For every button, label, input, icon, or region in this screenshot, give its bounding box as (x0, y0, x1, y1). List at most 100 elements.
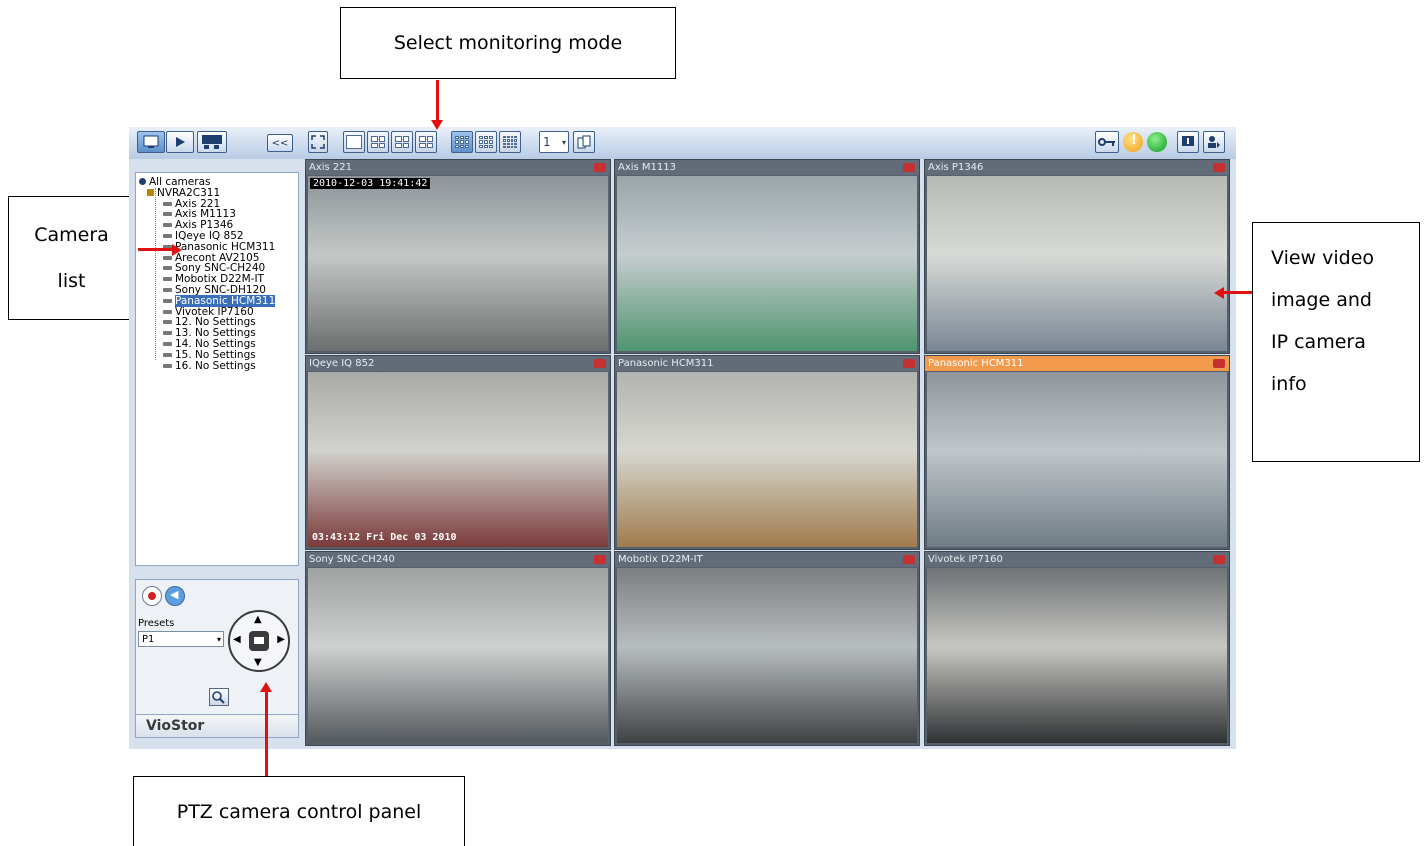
logout-button[interactable] (1203, 131, 1225, 153)
play-icon (176, 137, 185, 147)
ptz-control-button[interactable] (1095, 131, 1119, 153)
video-feed[interactable] (308, 372, 608, 547)
fullscreen-button[interactable] (308, 131, 328, 153)
camera-tile-title: Mobotix D22M-IT (615, 552, 919, 567)
camera-tile[interactable]: Panasonic HCM311 (924, 355, 1230, 550)
camera-tile[interactable]: Axis P1346 (924, 159, 1230, 354)
mode-nine-button[interactable] (451, 131, 473, 153)
camera-list-panel: All cameras NVRA2C311 Axis 221 Axis M1113… (135, 172, 299, 566)
nine-view-icon (455, 136, 469, 148)
camera-tile[interactable]: Panasonic HCM311 (614, 355, 920, 550)
viostor-logo: VioStor (135, 714, 299, 738)
live-view-button[interactable] (137, 131, 165, 153)
callout-text: PTZ camera control panel (176, 800, 422, 823)
recording-icon (1213, 163, 1225, 172)
recording-icon (1213, 555, 1225, 564)
camera-tile[interactable]: Mobotix D22M-IT (614, 551, 920, 746)
info-button[interactable] (1177, 131, 1199, 153)
connection-status-icon[interactable] (1147, 132, 1167, 152)
single-view-icon (346, 135, 362, 149)
home-icon (254, 637, 264, 644)
callout-text: Select monitoring mode (393, 32, 623, 54)
arrow-to-mode (436, 80, 439, 124)
mode-eight-button[interactable] (415, 131, 437, 153)
video-feed[interactable] (308, 568, 608, 743)
six-view-icon (395, 136, 409, 148)
callout-camera-list: Camera list (8, 196, 135, 320)
record-button[interactable] (142, 586, 162, 606)
camera-items: Axis 221 Axis M1113 Axis P1346 IQeye IQ 852… (136, 198, 298, 372)
video-feed[interactable] (617, 568, 917, 743)
ptz-down-button[interactable]: ▼ (254, 657, 262, 668)
video-feed[interactable] (927, 372, 1227, 547)
main-toolbar: << 1 ▾ ! (129, 127, 1236, 159)
mode-ten-button[interactable] (475, 131, 497, 153)
tree-item-camera[interactable]: 16. No Settings (136, 359, 298, 372)
camera-tile[interactable]: IQeye IQ 852 03:43:12 Fri Dec 03 2010 (305, 355, 611, 550)
playback-button[interactable] (166, 131, 194, 153)
tree-item-label: 16. No Settings (175, 359, 256, 372)
chevron-down-icon: ▾ (216, 635, 221, 644)
sixteen-view-icon (503, 136, 517, 148)
audio-button[interactable]: ◀ (165, 586, 185, 606)
video-feed[interactable] (308, 176, 608, 351)
camera-icon (163, 233, 172, 238)
arrowhead (1214, 287, 1224, 299)
viostor-app-window: << 1 ▾ ! All cameras NVRA2C311 Axis 221 … (129, 127, 1236, 749)
video-timestamp: 03:43:12 Fri Dec 03 2010 (312, 532, 457, 543)
ten-view-icon (479, 136, 493, 148)
collapse-panel-button[interactable]: << (267, 134, 293, 152)
presets-select-value: P1 (142, 634, 155, 645)
ptz-left-button[interactable]: ◀ (233, 634, 241, 645)
eight-view-icon (419, 136, 433, 148)
globe-icon (139, 178, 146, 185)
logout-icon (1208, 136, 1220, 148)
monitor-icon (143, 135, 159, 148)
mode-quad-button[interactable] (367, 131, 389, 153)
presets-select[interactable]: P1 ▾ (138, 631, 224, 647)
camera-tile[interactable]: Axis 221 2010-12-03 19:41:42 (305, 159, 611, 354)
video-timestamp: 2010-12-03 19:41:42 (310, 178, 431, 189)
camera-icon (163, 266, 172, 271)
ptz-up-button[interactable]: ▲ (254, 614, 262, 625)
sequence-icon (577, 135, 591, 149)
speaker-icon: ◀ (170, 588, 179, 601)
camera-tile-title: Vivotek IP7160 (925, 552, 1229, 567)
recording-icon (594, 359, 606, 368)
page-select[interactable]: 1 ▾ (539, 131, 569, 153)
sequence-button[interactable] (573, 131, 595, 153)
ptz-home-button[interactable] (249, 631, 269, 651)
zoom-button[interactable] (209, 688, 229, 706)
arrow-to-video (1224, 291, 1252, 294)
ptz-right-button[interactable]: ▶ (277, 634, 285, 645)
recording-icon (594, 555, 606, 564)
camera-tile[interactable]: Axis M1113 (614, 159, 920, 354)
callout-text: Camera (34, 224, 109, 246)
camera-icon (163, 363, 172, 368)
recording-icon (903, 555, 915, 564)
video-feed[interactable] (927, 568, 1227, 743)
camera-icon (163, 320, 172, 325)
presets-label: Presets (138, 618, 175, 629)
video-feed[interactable] (617, 176, 917, 351)
quad-view-icon (371, 136, 385, 148)
video-feed[interactable] (617, 372, 917, 547)
recording-icon (594, 163, 606, 172)
video-feed[interactable] (927, 176, 1227, 351)
mode-single-button[interactable] (343, 131, 365, 153)
camera-icon (163, 298, 172, 303)
camera-tile[interactable]: Vivotek IP7160 (924, 551, 1230, 746)
mode-sixteen-button[interactable] (499, 131, 521, 153)
alert-status-icon[interactable]: ! (1123, 132, 1143, 152)
arrow-to-ptz (265, 690, 268, 776)
page-select-value: 1 (543, 135, 551, 149)
camera-icon (163, 331, 172, 336)
camera-tile[interactable]: Sony SNC-CH240 (305, 551, 611, 746)
camera-icon (163, 201, 172, 206)
recording-icon (903, 163, 915, 172)
recording-icon (1213, 359, 1225, 368)
mode-six-button[interactable] (391, 131, 413, 153)
camera-icon (163, 341, 172, 346)
system-settings-button[interactable] (197, 131, 227, 153)
arrowhead (172, 244, 182, 256)
